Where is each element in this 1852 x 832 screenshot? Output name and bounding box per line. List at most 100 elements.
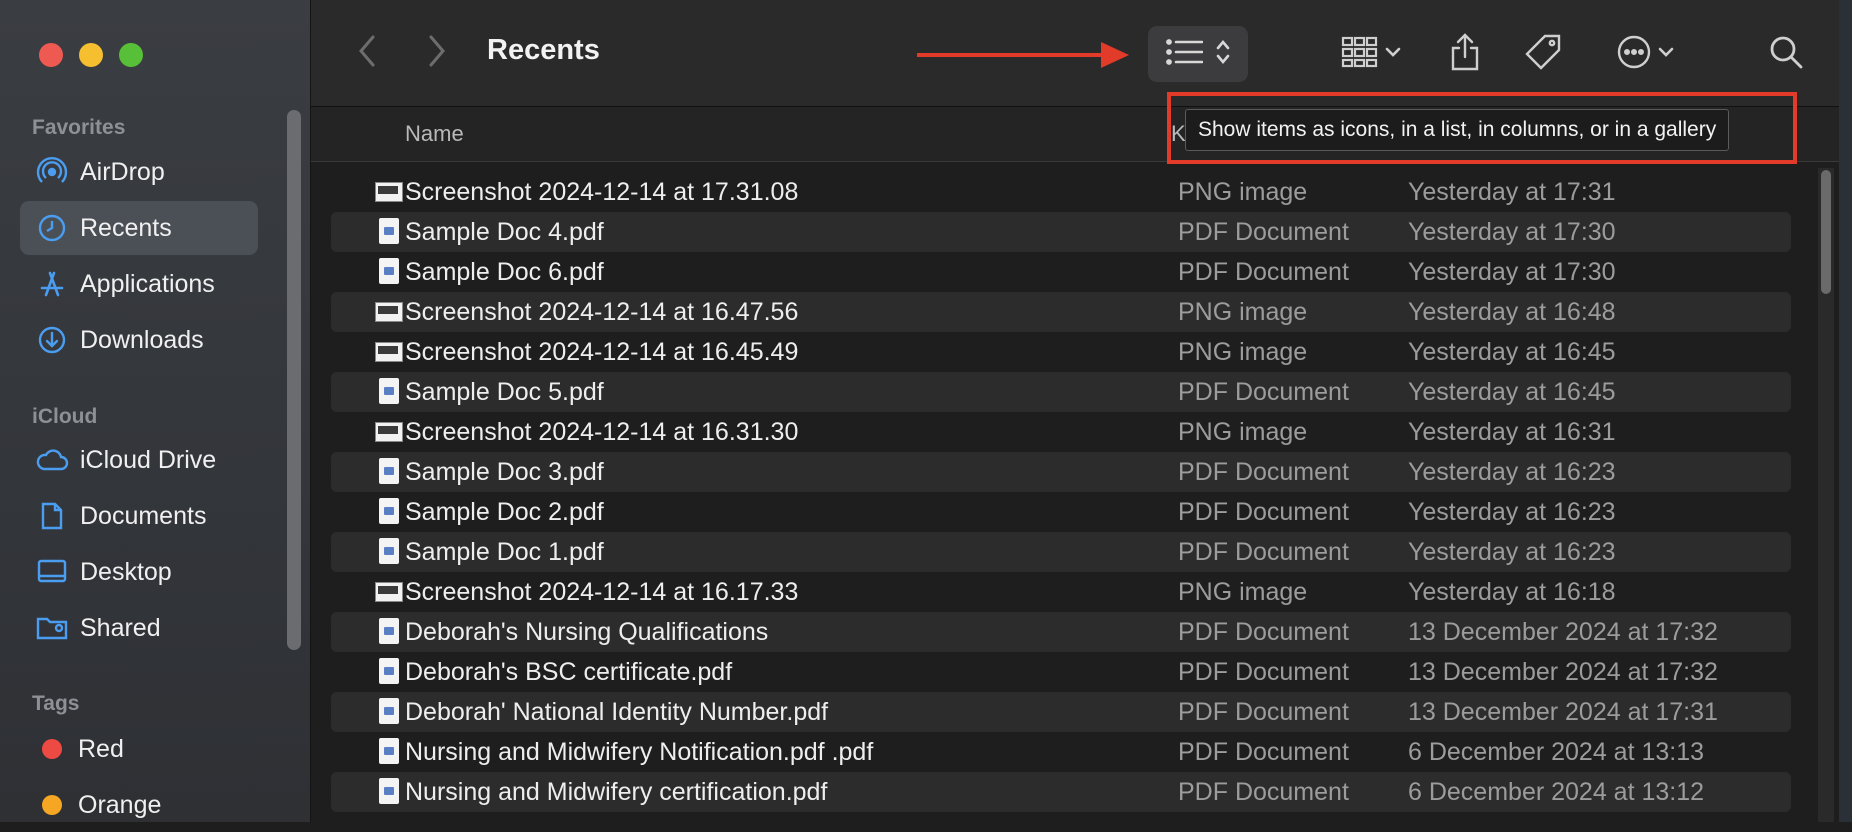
main-pane: Recents Name K Screenshot 2024-12-14 at … bbox=[311, 0, 1852, 822]
annotation-arrow bbox=[917, 38, 1131, 77]
file-row[interactable]: Sample Doc 3.pdf PDF Document Yesterday at… bbox=[331, 452, 1791, 492]
file-kind: PDF Document bbox=[1178, 537, 1349, 566]
png-file-icon bbox=[375, 418, 403, 446]
sidebar-item-label: Downloads bbox=[80, 325, 204, 354]
sidebar-item-label: Documents bbox=[80, 501, 207, 530]
chevron-down-icon bbox=[1658, 45, 1674, 63]
file-kind: PDF Document bbox=[1178, 777, 1349, 806]
file-kind: PDF Document bbox=[1178, 737, 1349, 766]
file-name: Screenshot 2024-12-14 at 16.17.33 bbox=[405, 577, 799, 606]
sidebar-item-label: Orange bbox=[78, 790, 162, 819]
sidebar: Favorites AirDrop Recents Applications D… bbox=[0, 0, 311, 822]
group-by-button[interactable] bbox=[1333, 28, 1409, 80]
file-date: Yesterday at 16:31 bbox=[1408, 417, 1616, 446]
file-row[interactable]: Sample Doc 4.pdf PDF Document Yesterday at… bbox=[331, 212, 1791, 252]
chevron-left-icon bbox=[357, 34, 377, 73]
pdf-file-icon bbox=[375, 458, 403, 486]
sidebar-item-documents[interactable]: Documents bbox=[20, 489, 258, 543]
file-name: Sample Doc 6.pdf bbox=[405, 257, 604, 286]
sidebar-item-label: AirDrop bbox=[80, 157, 165, 186]
sidebar-item-icloud-drive[interactable]: iCloud Drive bbox=[20, 433, 258, 487]
file-date: Yesterday at 16:23 bbox=[1408, 537, 1616, 566]
file-row[interactable]: Sample Doc 6.pdf PDF Document Yesterday at… bbox=[331, 252, 1791, 292]
file-row[interactable]: Screenshot 2024-12-14 at 16.45.49 PNG ima… bbox=[331, 332, 1791, 372]
ellipsis-circle-icon bbox=[1616, 34, 1652, 75]
file-row[interactable]: Screenshot 2024-12-14 at 16.47.56 PNG ima… bbox=[331, 292, 1791, 332]
file-row[interactable]: Screenshot 2024-12-14 at 16.31.30 PNG ima… bbox=[331, 412, 1791, 452]
view-options-button[interactable] bbox=[1148, 26, 1248, 82]
document-icon bbox=[34, 498, 70, 534]
file-row[interactable]: Screenshot 2024-12-14 at 16.17.33 PNG ima… bbox=[331, 572, 1791, 612]
file-row[interactable]: Deborah's Nursing Qualifications PDF Docu… bbox=[331, 612, 1791, 652]
file-date: Yesterday at 16:48 bbox=[1408, 297, 1616, 326]
file-kind: PNG image bbox=[1178, 337, 1308, 366]
file-row[interactable]: Deborah's BSC certificate.pdf PDF Documen… bbox=[331, 652, 1791, 692]
file-list-scrollbar[interactable] bbox=[1818, 168, 1834, 822]
forward-button[interactable] bbox=[417, 30, 457, 76]
file-row[interactable]: Sample Doc 2.pdf PDF Document Yesterday at… bbox=[331, 492, 1791, 532]
sidebar-item-label: Red bbox=[78, 734, 124, 763]
file-row[interactable]: Nursing and Midwifery Notification.pdf .… bbox=[331, 732, 1791, 772]
sidebar-item-airdrop[interactable]: AirDrop bbox=[20, 145, 258, 199]
file-date: 13 December 2024 at 17:32 bbox=[1408, 657, 1718, 686]
sidebar-tag-orange[interactable]: Orange bbox=[20, 778, 258, 832]
file-name: Screenshot 2024-12-14 at 16.45.49 bbox=[405, 337, 799, 366]
column-header-name[interactable]: Name bbox=[405, 121, 464, 147]
sidebar-item-recents[interactable]: Recents bbox=[20, 201, 258, 255]
sidebar-tag-red[interactable]: Red bbox=[20, 722, 258, 776]
pdf-file-icon bbox=[375, 778, 403, 806]
file-kind: PNG image bbox=[1178, 417, 1308, 446]
sidebar-item-desktop[interactable]: Desktop bbox=[20, 545, 258, 599]
file-row[interactable]: Screenshot 2024-12-14 at 17.31.08 PNG ima… bbox=[331, 172, 1791, 212]
sidebar-item-label: Desktop bbox=[80, 557, 172, 586]
file-kind: PNG image bbox=[1178, 177, 1308, 206]
file-row[interactable]: Nursing and Midwifery certification.pdf P… bbox=[331, 772, 1791, 812]
desktop-icon bbox=[34, 554, 70, 590]
file-date: 6 December 2024 at 13:12 bbox=[1408, 777, 1705, 806]
sidebar-item-label: Recents bbox=[80, 213, 172, 242]
tags-button[interactable] bbox=[1519, 28, 1567, 80]
scrollbar-thumb[interactable] bbox=[1821, 170, 1831, 294]
pdf-file-icon bbox=[375, 738, 403, 766]
file-date: Yesterday at 16:23 bbox=[1408, 497, 1616, 526]
sidebar-item-downloads[interactable]: Downloads bbox=[20, 313, 258, 367]
png-file-icon bbox=[375, 338, 403, 366]
file-date: Yesterday at 16:45 bbox=[1408, 377, 1616, 406]
share-button[interactable] bbox=[1443, 28, 1487, 80]
airdrop-icon bbox=[34, 154, 70, 190]
file-name: Nursing and Midwifery Notification.pdf .… bbox=[405, 737, 874, 766]
section-tags: Tags bbox=[32, 692, 80, 715]
section-icloud: iCloud bbox=[32, 405, 98, 428]
chevron-up-down-icon bbox=[1215, 37, 1231, 72]
back-button[interactable] bbox=[347, 30, 387, 76]
file-kind: PDF Document bbox=[1178, 457, 1349, 486]
file-row[interactable]: Deborah' National Identity Number.pdf PDF… bbox=[331, 692, 1791, 732]
file-name: Sample Doc 3.pdf bbox=[405, 457, 604, 486]
minimize-window-button[interactable] bbox=[79, 43, 103, 67]
desktop-background-edge bbox=[1839, 0, 1852, 822]
file-name: Sample Doc 1.pdf bbox=[405, 537, 604, 566]
file-kind: PDF Document bbox=[1178, 257, 1349, 286]
sidebar-item-applications[interactable]: Applications bbox=[20, 257, 258, 311]
search-button[interactable] bbox=[1763, 28, 1809, 80]
pdf-file-icon bbox=[375, 698, 403, 726]
more-actions-button[interactable] bbox=[1607, 28, 1683, 80]
close-window-button[interactable] bbox=[39, 43, 63, 67]
view-options-tooltip: Show items as icons, in a list, in colum… bbox=[1185, 109, 1730, 151]
file-row[interactable]: Sample Doc 1.pdf PDF Document Yesterday at… bbox=[331, 532, 1791, 572]
file-row[interactable]: Sample Doc 5.pdf PDF Document Yesterday at… bbox=[331, 372, 1791, 412]
sidebar-item-shared[interactable]: Shared bbox=[20, 601, 258, 655]
png-file-icon bbox=[375, 578, 403, 606]
shared-folder-icon bbox=[34, 610, 70, 646]
png-file-icon bbox=[375, 178, 403, 206]
file-kind: PDF Document bbox=[1178, 377, 1349, 406]
zoom-window-button[interactable] bbox=[119, 43, 143, 67]
pdf-file-icon bbox=[375, 618, 403, 646]
file-date: Yesterday at 16:45 bbox=[1408, 337, 1616, 366]
file-date: Yesterday at 17:31 bbox=[1408, 177, 1616, 206]
sidebar-scrollbar[interactable] bbox=[287, 110, 301, 650]
pdf-file-icon bbox=[375, 258, 403, 286]
file-kind: PDF Document bbox=[1178, 217, 1349, 246]
file-kind: PDF Document bbox=[1178, 497, 1349, 526]
file-name: Screenshot 2024-12-14 at 16.47.56 bbox=[405, 297, 799, 326]
